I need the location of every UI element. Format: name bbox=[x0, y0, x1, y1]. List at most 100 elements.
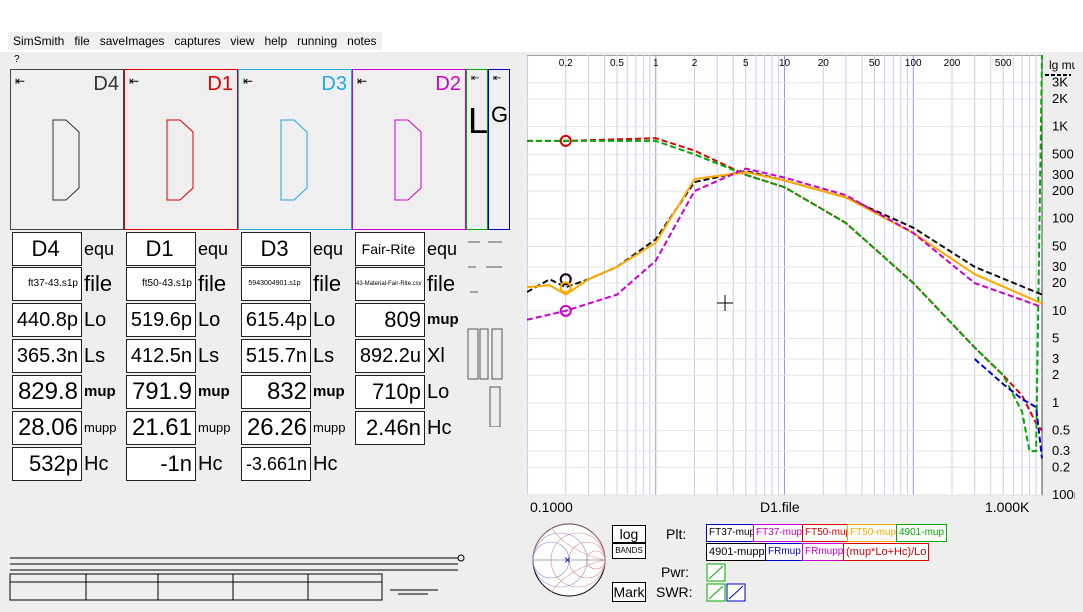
right-tick-label: 5 bbox=[1052, 331, 1059, 346]
col-d1-label-ls: Ls bbox=[198, 345, 220, 367]
col-d4-mup[interactable]: 829.8 bbox=[12, 375, 82, 409]
col-d4-label-file: file bbox=[84, 271, 113, 296]
col-d4-mupp[interactable]: 28.06 bbox=[12, 411, 82, 445]
help-mark[interactable]: ? bbox=[14, 54, 20, 65]
col-d1-title: D1 bbox=[126, 232, 196, 266]
col-d3-ls[interactable]: 515.7n bbox=[241, 339, 311, 373]
menu-saveimages[interactable]: saveImages bbox=[94, 32, 170, 50]
right-tick-label: 0.3 bbox=[1052, 443, 1070, 458]
col-d1-hc[interactable]: -1n bbox=[126, 447, 196, 481]
col-d3-label-mupp: mupp bbox=[313, 420, 346, 435]
right-tick-label: 20 bbox=[1052, 275, 1066, 290]
col-d1-ls[interactable]: 412.5n bbox=[126, 339, 196, 373]
panel-l[interactable]: ⇤ L bbox=[466, 69, 488, 230]
top-tick-label: 5 bbox=[743, 58, 749, 69]
col-d3-file[interactable]: 5943004901.s1p bbox=[241, 267, 311, 301]
col-d3-hc[interactable]: -3.661n bbox=[241, 447, 311, 481]
panel-d1[interactable]: ⇤ D1 bbox=[124, 69, 238, 230]
menu-simsmith[interactable]: SimSmith bbox=[8, 32, 70, 50]
menu-notes[interactable]: notes bbox=[342, 32, 382, 50]
right-tick-label: 10 bbox=[1052, 303, 1066, 318]
inductor-icon bbox=[52, 119, 80, 201]
col-d4-hc[interactable]: 532p bbox=[12, 447, 82, 481]
col-d3-label-mup: mup bbox=[313, 383, 345, 400]
plt-label: Plt: bbox=[666, 526, 687, 542]
col-d4-file[interactable]: ft37-43.s1p bbox=[12, 267, 82, 301]
legend-frmup[interactable]: FRmup bbox=[765, 543, 804, 561]
schematic-strip-icon bbox=[9, 554, 465, 601]
menu-help[interactable]: help bbox=[259, 32, 293, 50]
col-d4-label-lo: Lo bbox=[84, 309, 107, 331]
col-fr-label-xl: Xl bbox=[427, 345, 445, 367]
col-d4-ls[interactable]: 365.3n bbox=[12, 339, 82, 373]
col-d1-mupp[interactable]: 21.61 bbox=[126, 411, 196, 445]
right-tick-label: 3K bbox=[1052, 75, 1068, 90]
right-tick-label: 2 bbox=[1052, 367, 1059, 382]
panel-g[interactable]: ⇤ G bbox=[488, 69, 510, 230]
menu-view[interactable]: view bbox=[225, 32, 260, 50]
legend-formula[interactable]: (mup*Lo+Hc)/Lo bbox=[843, 543, 930, 561]
col-d4-label-equ: equ bbox=[84, 239, 115, 259]
mark-button[interactable]: Mark bbox=[612, 582, 646, 602]
chart-svg[interactable]: 0.2 0.5 1 2 5 10 20 50 100 200 500 3K2K1K500300200… bbox=[526, 54, 1083, 502]
col-d3-lo[interactable]: 615.4p bbox=[241, 303, 311, 337]
top-tick-label: 50 bbox=[869, 58, 881, 69]
top-tick-label: 2 bbox=[692, 58, 698, 69]
collapse-arrow-icon[interactable]: ⇤ bbox=[471, 73, 479, 84]
right-tick-label: 2K bbox=[1052, 91, 1068, 106]
y-axis-label: lg mu bbox=[1049, 58, 1075, 72]
menu-running[interactable]: running bbox=[292, 32, 343, 50]
menu-file[interactable]: file bbox=[69, 32, 95, 50]
inductor-icon bbox=[394, 119, 422, 201]
menu-captures[interactable]: captures bbox=[169, 32, 226, 50]
col-d3-label-equ: equ bbox=[313, 239, 344, 259]
legend-frmupp[interactable]: FRmupp bbox=[802, 543, 847, 561]
log-button[interactable]: log bbox=[612, 525, 646, 543]
bands-button[interactable]: BANDS bbox=[612, 543, 646, 559]
inductor-icon bbox=[166, 119, 194, 201]
panel-d2[interactable]: ⇤ D2 bbox=[352, 69, 466, 230]
col-fr-mup[interactable]: 809 bbox=[355, 303, 425, 337]
right-tick-label: 1K bbox=[1052, 119, 1068, 134]
col-d3-mup[interactable]: 832 bbox=[241, 375, 311, 409]
panel-d4[interactable]: ⇤ D4 bbox=[10, 69, 124, 230]
right-tick-label: 0.5 bbox=[1052, 423, 1070, 438]
col-fr-lo[interactable]: 710p bbox=[355, 375, 425, 409]
col-d1-label-equ: equ bbox=[198, 239, 229, 259]
legend-4901-mupp[interactable]: 4901-mupp bbox=[706, 543, 768, 561]
col-d3-mupp[interactable]: 26.26 bbox=[241, 411, 311, 445]
side-controls-icon[interactable] bbox=[466, 237, 510, 427]
generator-label: G bbox=[491, 102, 509, 127]
chart-area[interactable]: 0.2 0.5 1 2 5 10 20 50 100 200 500 3K 2K 1K 500 300 200… bbox=[526, 54, 1083, 502]
col-fr-title: Fair-Rite bbox=[355, 232, 425, 266]
col-d1-lo[interactable]: 519.6p bbox=[126, 303, 196, 337]
top-tick-label: 100 bbox=[905, 58, 922, 69]
col-d4-lo[interactable]: 440.8p bbox=[12, 303, 82, 337]
col-d1-label-hc: Hc bbox=[198, 453, 223, 475]
right-tick-label: 100 bbox=[1052, 211, 1074, 226]
top-tick-label: 0.5 bbox=[610, 58, 624, 69]
collapse-arrow-icon[interactable]: ⇤ bbox=[493, 73, 501, 84]
col-d3-label-lo: Lo bbox=[313, 309, 336, 331]
right-tick-label: 0.2 bbox=[1052, 459, 1070, 474]
pwr-swr-toggles[interactable] bbox=[706, 563, 746, 603]
smith-chart-icon[interactable]: × bbox=[531, 522, 607, 598]
svg-text:×: × bbox=[564, 553, 571, 567]
col-fr-file[interactable]: 43-Material-Fair-Rite.csv bbox=[355, 267, 425, 301]
right-tick-label: 3 bbox=[1052, 351, 1059, 366]
col-d1-file[interactable]: ft50-43.s1p bbox=[126, 267, 196, 301]
pwr-label: Pwr: bbox=[661, 564, 689, 580]
col-d1-mup[interactable]: 791.9 bbox=[126, 375, 196, 409]
right-tick-labels: 3K2K 1K 500 300200 100 50 3020 10 5 32 1 0.5 0.30.2 1… bbox=[1052, 75, 1083, 502]
col-fr-xl[interactable]: 892.2u bbox=[355, 339, 425, 373]
menu-bar: SimSmith file saveImages captures view h… bbox=[8, 32, 382, 50]
top-tick-label: 200 bbox=[944, 58, 961, 69]
x-axis-right-label: 1.000K bbox=[985, 499, 1030, 515]
legend-ft37-mup[interactable]: FT37-mup bbox=[706, 524, 759, 542]
col-fr-hc[interactable]: 2.46n bbox=[355, 411, 425, 445]
legend-4901-mup[interactable]: 4901-mup bbox=[896, 524, 948, 542]
panel-d3[interactable]: ⇤ D3 bbox=[238, 69, 352, 230]
col-d3-label-ls: Ls bbox=[313, 345, 335, 367]
col-d4-label-mup: mup bbox=[84, 383, 116, 400]
swr-label: SWR: bbox=[656, 584, 693, 600]
